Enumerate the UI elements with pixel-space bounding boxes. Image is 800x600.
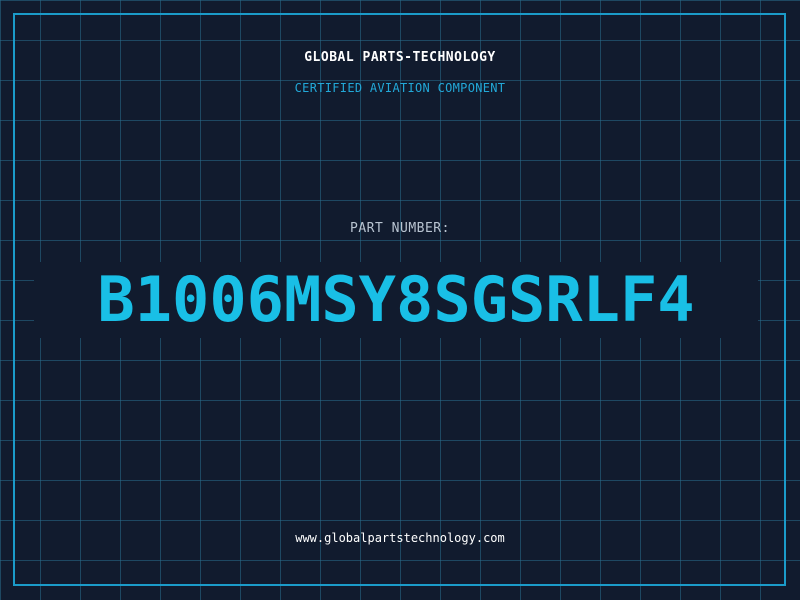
- website-url: www.globalpartstechnology.com: [295, 531, 505, 545]
- certification-subtitle: CERTIFIED AVIATION COMPONENT: [294, 81, 506, 95]
- part-number-label: PART NUMBER:: [350, 221, 450, 236]
- part-card: GLOBAL PARTS-TECHNOLOGY CERTIFIED AVIATI…: [0, 0, 800, 600]
- part-number-value: B1006MSY8SGSRLF4: [97, 263, 695, 336]
- part-number-panel: B1006MSY8SGSRLF4: [34, 262, 758, 338]
- company-name: GLOBAL PARTS-TECHNOLOGY: [304, 50, 496, 65]
